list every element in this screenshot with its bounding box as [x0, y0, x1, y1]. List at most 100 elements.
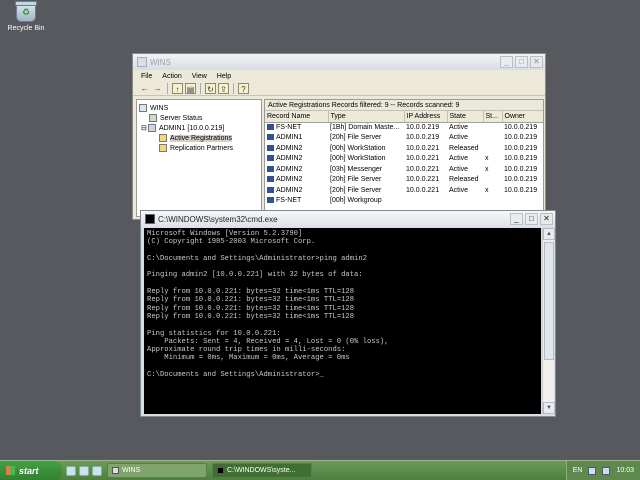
show-desktop-icon[interactable]	[66, 465, 76, 476]
table-row[interactable]: FS-NET [1Bh] Domain Maste... 10.0.0.219 Act…	[265, 122, 543, 133]
table-cell: 10.0.0.221	[404, 143, 447, 154]
record-icon	[267, 176, 274, 183]
table-row[interactable]: ADMIN2 [20h] File Server 10.0.0.221 Active x…	[265, 185, 543, 196]
record-icon	[267, 165, 274, 172]
table-cell: 10.0.0.219	[502, 175, 543, 186]
cmd-window[interactable]: C:\WINDOWS\system32\cmd.exe _ □ ✕ Micros…	[140, 210, 556, 417]
wins-titlebar[interactable]: WINS _ □ ✕	[133, 54, 545, 70]
close-button[interactable]: ✕	[530, 56, 543, 68]
menu-view[interactable]: View	[192, 73, 207, 80]
scroll-down-icon[interactable]: ▼	[543, 402, 555, 414]
tree-node-active-registrations[interactable]: Active Registrations	[139, 133, 259, 143]
back-icon[interactable]: ←	[139, 83, 150, 94]
tree-node-server-status[interactable]: Server Status	[139, 113, 259, 123]
table-row[interactable]: FS-NET [00h] Workgroup	[265, 196, 543, 207]
show-tree-icon[interactable]: ▤	[185, 83, 196, 94]
tree-node-replication-partners[interactable]: Replication Partners	[139, 143, 259, 153]
quick-launch	[66, 465, 102, 476]
export-list-icon[interactable]: ⇪	[218, 83, 229, 94]
close-button[interactable]: ✕	[540, 213, 553, 225]
wins-menubar: File Action View Help	[133, 70, 545, 82]
help-icon[interactable]: ?	[238, 83, 249, 94]
cell-text: [03h] Messenger	[330, 165, 383, 173]
console-line: Reply from 10.0.0.221: bytes=32 time<1ms…	[147, 312, 355, 321]
clock[interactable]: 10:03	[616, 467, 634, 474]
tree-node-label: Replication Partners	[170, 144, 234, 152]
tree-node-wins[interactable]: WINS	[139, 103, 259, 113]
forward-icon[interactable]: →	[152, 83, 163, 94]
menu-help[interactable]: Help	[217, 73, 231, 80]
record-icon	[267, 186, 274, 193]
cmd-title: C:\WINDOWS\system32\cmd.exe	[158, 214, 278, 224]
up-folder-icon[interactable]: ↑	[172, 83, 183, 94]
cmd-app-icon	[145, 214, 155, 224]
console-output[interactable]: Microsoft Windows [Version 5.2.3790] (C) …	[144, 228, 541, 414]
column-header[interactable]: Record Name	[265, 111, 329, 123]
column-header[interactable]: IP Address	[404, 111, 448, 123]
column-header[interactable]: Owner	[502, 111, 543, 123]
tree-node-label: ADMIN1 [10.0.0.219]	[159, 124, 225, 132]
console-line: Pinging admin2 [10.0.0.221] with 32 byte…	[147, 271, 363, 280]
taskbar-item-wins[interactable]: WINS	[107, 463, 207, 478]
cell-text: Active	[449, 155, 469, 163]
table-row[interactable]: ADMIN2 [03h] Messenger 10.0.0.221 Active x 10…	[265, 164, 543, 175]
maximize-button[interactable]: □	[515, 56, 528, 68]
tree-node-admin1[interactable]: ⊟ ADMIN1 [10.0.0.219]	[139, 123, 259, 133]
cell-text: [20h] File Server	[330, 186, 382, 194]
minimize-button[interactable]: _	[500, 56, 513, 68]
column-header[interactable]: State	[447, 111, 484, 123]
refresh-icon[interactable]: ↻	[205, 83, 216, 94]
console-line: Microsoft Windows [Version 5.2.3790]	[147, 230, 303, 238]
start-button[interactable]: start	[0, 460, 62, 480]
internet-explorer-icon[interactable]	[92, 465, 102, 476]
volume-icon[interactable]	[602, 466, 611, 475]
console-tree[interactable]: WINS Server Status ⊟ ADMIN1 [10.0.0.219]…	[136, 99, 262, 217]
cell-text: 10.0.0.219	[504, 134, 538, 142]
language-indicator[interactable]: EN	[573, 467, 583, 474]
table-cell: FS-NET	[265, 196, 328, 207]
records-table: Record Name Type IP Address State St... Owner…	[265, 111, 543, 207]
cmd-titlebar[interactable]: C:\WINDOWS\system32\cmd.exe _ □ ✕	[141, 211, 555, 227]
scroll-up-icon[interactable]: ▲	[543, 228, 555, 240]
console-line: Reply from 10.0.0.221: bytes=32 time<1ms…	[147, 288, 355, 297]
table-cell: 10.0.0.219	[502, 122, 543, 133]
cell-text: 10.0.0.219	[406, 124, 440, 131]
table-row[interactable]: ADMIN2 [00h] WorkStation 10.0.0.221 Active x…	[265, 154, 543, 165]
table-row[interactable]: ADMIN1 [20h] File Server 10.0.0.219 Active 1…	[265, 133, 543, 144]
column-header[interactable]: St...	[483, 111, 503, 123]
cell-text: [00h] Workgroup	[330, 197, 382, 205]
table-cell: ADMIN2	[265, 154, 328, 165]
table-cell: Active	[447, 185, 483, 196]
network-icon[interactable]	[588, 466, 597, 475]
table-row[interactable]: ADMIN2 [00h] WorkStation 10.0.0.221 Release…	[265, 143, 543, 154]
table-cell: 10.0.0.219	[502, 154, 543, 165]
table-cell: ADMIN2	[265, 143, 328, 154]
task-label: WINS	[122, 467, 141, 474]
explorer-icon[interactable]	[79, 465, 89, 476]
menu-file[interactable]: File	[141, 73, 152, 80]
cell-text: 10.0.0.221	[406, 186, 440, 194]
table-cell	[502, 196, 543, 207]
table-cell: [00h] WorkStation	[328, 154, 404, 165]
cell-text: Active	[449, 124, 469, 131]
maximize-button[interactable]: □	[525, 213, 538, 225]
recycle-bin[interactable]: Recycle Bin	[4, 1, 48, 32]
minimize-button[interactable]: _	[510, 213, 523, 225]
table-cell: 10.0.0.221	[404, 185, 447, 196]
wins-window[interactable]: WINS _ □ ✕ File Action View Help ← → ↑ ▤…	[132, 53, 546, 220]
record-icon	[267, 155, 274, 162]
table-cell: FS-NET	[265, 122, 328, 133]
table-row[interactable]: ADMIN2 [20h] File Server 10.0.0.221 Release…	[265, 175, 543, 186]
cell-text: 10.0.0.219	[504, 165, 538, 173]
cell-text: Released	[449, 176, 479, 184]
menu-action[interactable]: Action	[162, 73, 181, 80]
taskbar-item-cmd[interactable]: C:\WINDOWS\syste...	[212, 463, 312, 478]
column-header[interactable]: Type	[328, 111, 405, 123]
console-scrollbar[interactable]: ▲ ▼	[542, 228, 555, 414]
scroll-thumb[interactable]	[544, 242, 554, 360]
table-cell: Released	[447, 175, 483, 186]
collapse-icon[interactable]: ⊟	[141, 124, 148, 132]
records-pane[interactable]: Active Registrations Records filtered: 9…	[264, 99, 544, 217]
table-cell: ADMIN2	[265, 164, 328, 175]
